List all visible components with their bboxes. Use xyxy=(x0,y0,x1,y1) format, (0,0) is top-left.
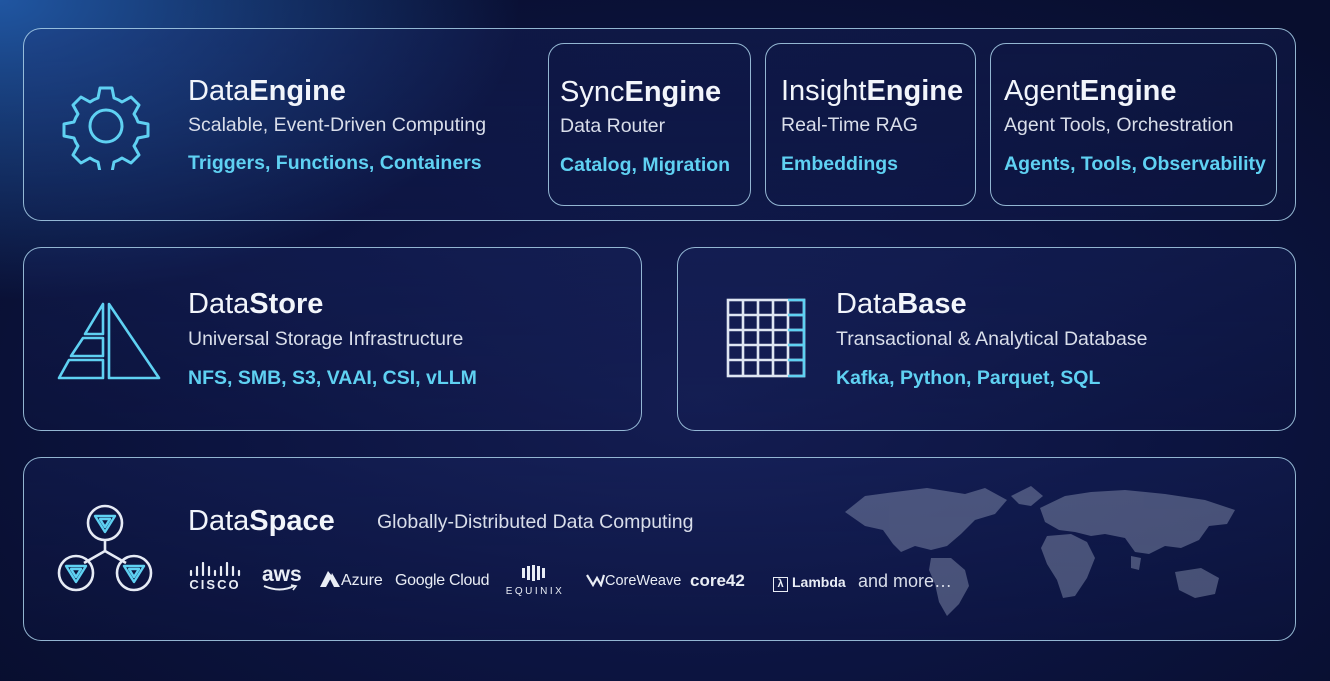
database-title: DataBase xyxy=(836,288,967,320)
aws-text: aws xyxy=(262,563,302,586)
network-nodes-icon xyxy=(54,503,156,598)
lambda-logo: λ Lambda xyxy=(773,574,846,592)
azure-logo: Azure xyxy=(319,570,383,590)
agentengine-subtitle: Agent Tools, Orchestration xyxy=(1004,114,1234,136)
equinix-icon xyxy=(522,565,545,581)
syncengine-subtitle: Data Router xyxy=(560,115,666,137)
coreweave-text: CoreWeave xyxy=(605,573,682,589)
dataengine-subtitle: Scalable, Event-Driven Computing xyxy=(188,114,487,136)
agentengine-tags: Agents, Tools, Observability xyxy=(1004,153,1266,175)
database-tags: Kafka, Python, Parquet, SQL xyxy=(836,367,1101,389)
pyramid-icon xyxy=(57,300,161,387)
dataengine-tags: Triggers, Functions, Containers xyxy=(188,152,482,174)
core42-logo: core42 xyxy=(690,571,745,590)
cisco-text: CISCO xyxy=(189,577,241,592)
database-subtitle: Transactional & Analytical Database xyxy=(836,328,1148,350)
insightengine-title: InsightEngine xyxy=(781,75,964,107)
dataengine-title: DataEngine xyxy=(188,75,346,107)
dataspace-subtitle: Globally-Distributed Data Computing xyxy=(377,511,694,533)
insightengine-tags: Embeddings xyxy=(781,153,899,175)
google-cloud-logo: Google Cloud xyxy=(395,572,490,589)
coreweave-logo: CoreWeave xyxy=(585,573,681,589)
gear-icon xyxy=(62,82,150,175)
dataspace-title: DataSpace xyxy=(188,505,335,537)
syncengine-tags: Catalog, Migration xyxy=(560,154,731,176)
datastore-title: DataStore xyxy=(188,288,324,320)
equinix-text: EQUINIX xyxy=(505,586,565,597)
cisco-logo: CISCO xyxy=(187,562,243,594)
lambda-text: Lambda xyxy=(792,574,846,590)
agentengine-title: AgentEngine xyxy=(1004,75,1177,107)
and-more-text: and more… xyxy=(858,571,953,591)
equinix-logo: EQUINIX xyxy=(503,565,567,599)
aws-logo: aws xyxy=(262,563,302,592)
grid-table-icon xyxy=(724,296,808,385)
insightengine-subtitle: Real-Time RAG xyxy=(781,114,918,136)
world-map-image xyxy=(835,474,1245,629)
datastore-tags: NFS, SMB, S3, VAAI, CSI, vLLM xyxy=(188,367,477,389)
azure-text: Azure xyxy=(341,572,383,589)
syncengine-title: SyncEngine xyxy=(560,76,722,108)
coreweave-icon xyxy=(586,574,606,588)
datastore-subtitle: Universal Storage Infrastructure xyxy=(188,328,464,350)
lambda-icon: λ xyxy=(773,577,788,592)
azure-icon xyxy=(320,571,340,587)
